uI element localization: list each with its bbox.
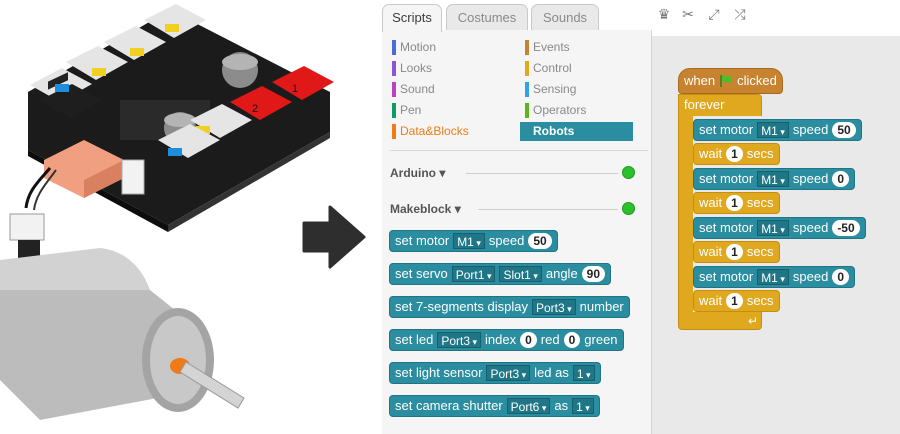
- port-dropdown[interactable]: Port3: [437, 332, 482, 348]
- extension-arduino[interactable]: Arduino ▾: [390, 166, 445, 180]
- shrink-icon[interactable]: ⤮: [732, 6, 748, 22]
- green-flag-icon: [720, 75, 732, 87]
- makeblock-status-dot: [622, 202, 635, 215]
- arduino-status-dot: [622, 166, 635, 179]
- category-data-blocks[interactable]: Data&Blocks: [387, 122, 511, 141]
- grow-icon[interactable]: ⤢: [706, 6, 722, 22]
- led-state-dropdown[interactable]: 1: [572, 365, 595, 381]
- scratch-editor: Scripts Costumes Sounds ♛ ✂ ⤢ ⤮ Motion E…: [382, 0, 900, 434]
- when-flag-clicked-block[interactable]: when clicked: [678, 68, 783, 94]
- script-area[interactable]: when clicked forever ↵ set motorM1speed5…: [652, 30, 900, 434]
- block-set-led[interactable]: set ledPort3index0red0green: [389, 329, 624, 351]
- extension-makeblock-line: [478, 209, 618, 210]
- block-set-camera-shutter[interactable]: set camera shutterPort6as1: [389, 395, 600, 417]
- category-events[interactable]: Events: [520, 38, 630, 57]
- wait-input[interactable]: 1: [726, 195, 743, 211]
- speed-input[interactable]: -50: [832, 220, 860, 236]
- wait-block-4[interactable]: wait 1 secs: [693, 290, 780, 312]
- dc-motor: [0, 248, 245, 420]
- tab-sounds[interactable]: Sounds: [531, 4, 599, 30]
- category-operators[interactable]: Operators: [520, 101, 630, 120]
- port-dropdown[interactable]: Port1: [451, 266, 496, 282]
- tab-scripts[interactable]: Scripts: [382, 4, 442, 32]
- block-set-7-segments[interactable]: set 7-segments displayPort3number: [389, 296, 630, 318]
- slot-dropdown[interactable]: Slot1: [499, 266, 542, 282]
- set-motor-block-3[interactable]: set motorM1speed-50: [693, 217, 866, 239]
- speed-input[interactable]: 0: [832, 171, 849, 187]
- wait-input[interactable]: 1: [726, 244, 743, 260]
- wait-input[interactable]: 1: [726, 146, 743, 162]
- tab-costumes[interactable]: Costumes: [446, 4, 528, 30]
- speed-input[interactable]: 50: [528, 233, 552, 249]
- category-pen[interactable]: Pen: [387, 101, 511, 120]
- port-dropdown[interactable]: Port6: [506, 398, 551, 414]
- set-motor-block-2[interactable]: set motorM1speed0: [693, 168, 855, 190]
- wait-block-3[interactable]: wait 1 secs: [693, 241, 780, 263]
- stamp-icon[interactable]: ♛: [656, 6, 672, 22]
- set-motor-block-4[interactable]: set motorM1speed0: [693, 266, 855, 288]
- wait-block-1[interactable]: wait 1 secs: [693, 143, 780, 165]
- index-input[interactable]: 0: [520, 332, 537, 348]
- port-dropdown[interactable]: M1: [757, 220, 789, 236]
- speed-input[interactable]: 50: [832, 122, 856, 138]
- category-control[interactable]: Control: [520, 59, 630, 78]
- scissors-icon[interactable]: ✂: [680, 6, 696, 22]
- svg-text:2: 2: [252, 103, 258, 115]
- port-dropdown[interactable]: Port3: [531, 299, 576, 315]
- block-palette: Motion Events Looks Control Sound Sensin…: [382, 30, 652, 434]
- extension-arduino-line: [466, 173, 618, 174]
- category-robots[interactable]: Robots: [520, 122, 633, 141]
- speed-input[interactable]: 0: [832, 269, 849, 285]
- right-arrow-icon: [302, 205, 366, 269]
- category-looks[interactable]: Looks: [387, 59, 511, 78]
- set-motor-block-1[interactable]: set motorM1speed50: [693, 119, 862, 141]
- port-dropdown[interactable]: Port3: [486, 365, 531, 381]
- block-set-light-sensor[interactable]: set light sensorPort3led as1: [389, 362, 601, 384]
- category-sound[interactable]: Sound: [387, 80, 511, 99]
- svg-text:1: 1: [292, 83, 298, 95]
- extension-makeblock[interactable]: Makeblock ▾: [390, 202, 461, 216]
- loop-arrow-icon: ↵: [748, 314, 759, 328]
- port-dropdown[interactable]: M1: [757, 269, 789, 285]
- port-dropdown[interactable]: M1: [757, 171, 789, 187]
- shutter-state-dropdown[interactable]: 1: [572, 398, 594, 414]
- block-set-motor[interactable]: set motorM1speed50: [389, 230, 558, 252]
- category-motion[interactable]: Motion: [387, 38, 511, 57]
- category-sensing[interactable]: Sensing: [520, 80, 630, 99]
- block-set-servo[interactable]: set servoPort1Slot1angle90: [389, 263, 612, 285]
- wait-input[interactable]: 1: [726, 293, 743, 309]
- wait-block-2[interactable]: wait 1 secs: [693, 192, 780, 214]
- port-dropdown[interactable]: M1: [757, 122, 789, 138]
- angle-input[interactable]: 90: [581, 266, 606, 282]
- port-dropdown[interactable]: M1: [453, 233, 485, 249]
- red-input[interactable]: 0: [563, 332, 581, 348]
- forever-label: forever: [684, 97, 725, 112]
- palette-divider: [390, 150, 648, 151]
